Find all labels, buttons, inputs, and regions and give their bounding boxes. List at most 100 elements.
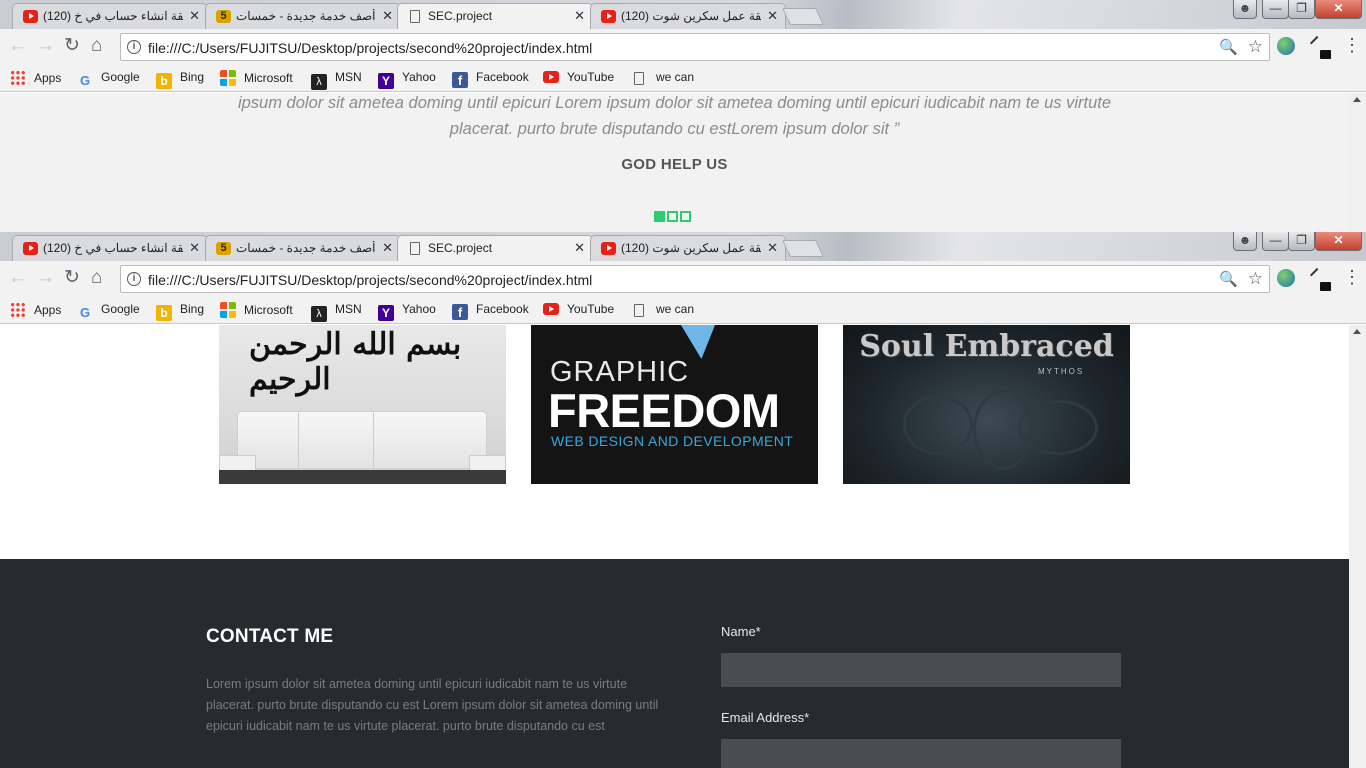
bookmark-apps[interactable]: Apps bbox=[10, 302, 61, 320]
bookmark-google[interactable]: G Google bbox=[77, 302, 140, 320]
close-window-button[interactable]: ✕ bbox=[1315, 0, 1362, 19]
forward-arrow-icon[interactable]: → bbox=[36, 268, 55, 288]
bookmark-star-icon[interactable]: ☆ bbox=[1248, 269, 1263, 289]
tentacle-art bbox=[903, 395, 973, 455]
portfolio-item-calligraphy[interactable]: ﺑﺴﻢ ﺍﻟﻠﻪ ﺍﻟﺮﺣﻤﻦ ﺍﻟﺮﺣﻴﻢ bbox=[219, 325, 506, 484]
tab-label: SEC.project bbox=[428, 9, 493, 23]
quote-line: ipsum dolor sit ametea doming until epic… bbox=[237, 94, 1112, 112]
bookmark-bing[interactable]: b Bing bbox=[156, 70, 204, 89]
slider-dot[interactable] bbox=[654, 211, 665, 222]
new-tab-button[interactable] bbox=[782, 8, 824, 25]
tab-label: (120) طريقة عمل سكرين شوت bbox=[621, 9, 761, 23]
slider-dot[interactable] bbox=[680, 211, 691, 222]
bookmark-yahoo[interactable]: Y Yahoo bbox=[378, 70, 436, 89]
url-text[interactable]: file:///C:/Users/FUJITSU/Desktop/project… bbox=[148, 40, 592, 56]
tab-youtube-screenshot[interactable]: (120) طريقة عمل سكرين شوت ✕ bbox=[590, 235, 786, 261]
bookmark-label: Facebook bbox=[476, 70, 529, 84]
bookmark-microsoft[interactable]: Microsoft bbox=[220, 302, 293, 320]
new-tab-button[interactable] bbox=[782, 240, 824, 257]
zoom-icon[interactable]: 🔍 bbox=[1219, 38, 1238, 56]
close-icon[interactable]: ✕ bbox=[767, 8, 778, 24]
close-icon[interactable]: ✕ bbox=[574, 240, 585, 256]
tab-khamsat[interactable]: 5 أصف خدمة جديدة - خمسات ✕ bbox=[205, 235, 401, 261]
tab-sec-project[interactable]: SEC.project ✕ bbox=[397, 235, 593, 261]
maximize-button[interactable]: ❐ bbox=[1288, 0, 1315, 19]
portfolio-item-soul-embraced[interactable]: Soul Embraced MYTHOS bbox=[843, 325, 1130, 484]
bookmark-msn[interactable]: λ MSN bbox=[311, 302, 362, 322]
close-icon[interactable]: ✕ bbox=[189, 240, 200, 256]
address-bar[interactable]: i file:///C:/Users/FUJITSU/Desktop/proje… bbox=[120, 33, 1270, 61]
bookmark-youtube[interactable]: YouTube bbox=[543, 70, 614, 88]
menu-icon[interactable]: ⋮ bbox=[1343, 35, 1361, 55]
address-bar[interactable]: i file:///C:/Users/FUJITSU/Desktop/proje… bbox=[120, 265, 1270, 293]
user-icon[interactable]: ☻ bbox=[1233, 0, 1257, 19]
info-icon[interactable]: i bbox=[127, 40, 141, 54]
tentacle-art bbox=[1018, 400, 1098, 455]
quote-line: placerat. purto brute disputando cu estL… bbox=[449, 120, 900, 138]
tab-sec-project[interactable]: SEC.project ✕ bbox=[397, 3, 593, 29]
portfolio-caption: Soul Embraced bbox=[859, 329, 1114, 364]
info-icon[interactable]: i bbox=[127, 272, 141, 286]
testimonial-quote: ipsum dolor sit ametea doming until epic… bbox=[200, 93, 1149, 142]
bookmark-google[interactable]: G Google bbox=[77, 70, 140, 88]
decorative-shard bbox=[681, 325, 715, 359]
zoom-icon[interactable]: 🔍 bbox=[1219, 270, 1238, 288]
bookmark-microsoft[interactable]: Microsoft bbox=[220, 70, 293, 88]
extension-eyedropper-icon[interactable] bbox=[1309, 267, 1325, 283]
portfolio-item-graphic-freedom[interactable]: GRAPHIC FREEDOM WEB DESIGN AND DEVELOPME… bbox=[531, 325, 818, 484]
bookmark-bing[interactable]: b Bing bbox=[156, 302, 204, 321]
floor-shadow bbox=[219, 470, 506, 484]
maximize-button[interactable]: ❐ bbox=[1288, 232, 1315, 251]
extension-globe-icon[interactable] bbox=[1277, 269, 1295, 287]
bookmark-facebook[interactable]: f Facebook bbox=[452, 70, 529, 88]
tab-youtube-account[interactable]: (120) طريقة انشاء حساب في خ ✕ bbox=[12, 235, 208, 261]
tab-youtube-account[interactable]: (120) طريقة انشاء حساب في خ ✕ bbox=[12, 3, 208, 29]
reload-icon[interactable]: ↻ bbox=[64, 268, 80, 288]
back-arrow-icon[interactable]: ← bbox=[8, 268, 27, 288]
forward-arrow-icon[interactable]: → bbox=[36, 36, 55, 56]
apps-grid-icon bbox=[10, 302, 26, 318]
menu-icon[interactable]: ⋮ bbox=[1343, 267, 1361, 287]
bookmark-yahoo[interactable]: Y Yahoo bbox=[378, 302, 436, 321]
close-window-button[interactable]: ✕ bbox=[1315, 232, 1362, 251]
bookmark-label: YouTube bbox=[567, 70, 615, 84]
home-icon[interactable]: ⌂ bbox=[91, 36, 102, 56]
extension-globe-icon[interactable] bbox=[1277, 37, 1295, 55]
reload-icon[interactable]: ↻ bbox=[64, 36, 80, 56]
tab-youtube-screenshot[interactable]: (120) طريقة عمل سكرين شوت ✕ bbox=[590, 3, 786, 29]
facebook-icon: f bbox=[452, 304, 468, 320]
scrollbar[interactable] bbox=[1349, 93, 1366, 232]
home-icon[interactable]: ⌂ bbox=[91, 268, 102, 288]
close-icon[interactable]: ✕ bbox=[767, 240, 778, 256]
bookmark-we-can[interactable]: we can bbox=[632, 70, 694, 88]
scroll-up-arrow-icon[interactable] bbox=[1353, 329, 1361, 334]
bookmark-label: Apps bbox=[34, 71, 62, 85]
bookmark-star-icon[interactable]: ☆ bbox=[1248, 37, 1263, 57]
bookmark-we-can[interactable]: we can bbox=[632, 302, 694, 320]
close-icon[interactable]: ✕ bbox=[189, 8, 200, 24]
bookmark-msn[interactable]: λ MSN bbox=[311, 70, 362, 90]
url-text[interactable]: file:///C:/Users/FUJITSU/Desktop/project… bbox=[148, 272, 592, 288]
close-icon[interactable]: ✕ bbox=[382, 240, 393, 256]
youtube-icon bbox=[23, 242, 38, 255]
tab-khamsat[interactable]: 5 أصف خدمة جديدة - خمسات ✕ bbox=[205, 3, 401, 29]
bookmarks-bar: Apps G Google b Bing Microsoft λ MSN Y Yahoo… bbox=[0, 64, 1366, 92]
bing-icon: b bbox=[156, 305, 172, 321]
extension-eyedropper-icon[interactable] bbox=[1309, 35, 1325, 51]
scrollbar[interactable] bbox=[1349, 325, 1366, 768]
back-arrow-icon[interactable]: ← bbox=[8, 36, 27, 56]
close-icon[interactable]: ✕ bbox=[574, 8, 585, 24]
name-input[interactable] bbox=[721, 653, 1121, 687]
tab-label: أصف خدمة جديدة - خمسات bbox=[236, 9, 376, 23]
bookmark-apps[interactable]: Apps bbox=[10, 70, 61, 88]
user-icon[interactable]: ☻ bbox=[1233, 232, 1257, 251]
email-input[interactable] bbox=[721, 739, 1121, 768]
bookmark-youtube[interactable]: YouTube bbox=[543, 302, 614, 320]
close-icon[interactable]: ✕ bbox=[382, 8, 393, 24]
scroll-up-arrow-icon[interactable] bbox=[1353, 97, 1361, 102]
bookmark-facebook[interactable]: f Facebook bbox=[452, 302, 529, 320]
minimize-button[interactable]: — bbox=[1262, 0, 1289, 19]
page-icon bbox=[634, 304, 644, 317]
slider-dot[interactable] bbox=[667, 211, 678, 222]
minimize-button[interactable]: — bbox=[1262, 232, 1289, 251]
